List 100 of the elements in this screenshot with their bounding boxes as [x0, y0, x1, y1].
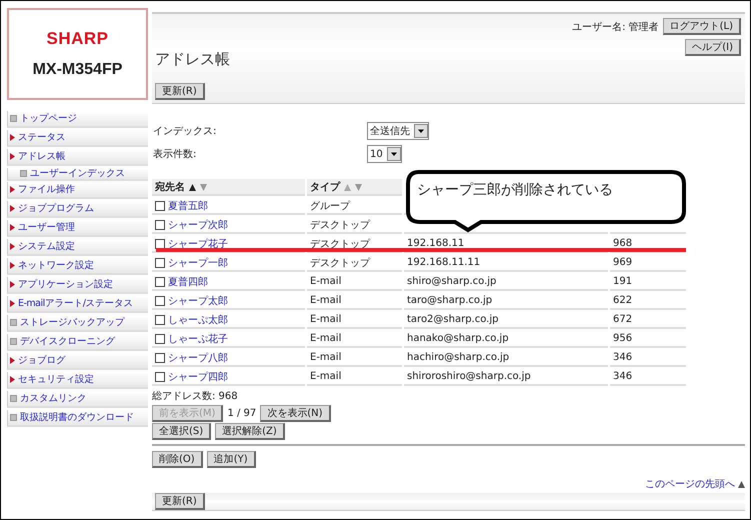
triangle-icon	[10, 205, 15, 212]
name-link[interactable]: しゃーぷ太郎	[168, 312, 228, 326]
sidebar-item[interactable]: トップページ	[7, 111, 148, 128]
page-top-link[interactable]: このページの先頭へ	[645, 477, 735, 491]
table-cell: 346	[610, 350, 686, 367]
sidebar-item[interactable]: ファイル操作	[7, 182, 148, 199]
sidebar-item[interactable]: ネットワーク設定	[7, 258, 148, 275]
triangle-icon	[10, 376, 15, 383]
square-icon	[10, 338, 17, 345]
square-icon	[10, 319, 17, 326]
column-header[interactable]: 宛先名	[152, 179, 305, 196]
checkbox[interactable]	[155, 372, 165, 382]
dropdown[interactable]: 10	[367, 145, 402, 163]
square-icon	[10, 395, 17, 402]
name-link[interactable]: シャープ一郎	[168, 256, 228, 270]
table-cell: shiroroshiro@sharp.co.jp	[404, 369, 608, 386]
sidebar-item[interactable]: ステータス	[7, 130, 148, 147]
table-cell: taro2@sharp.co.jp	[404, 312, 608, 329]
checkbox[interactable]	[155, 238, 165, 248]
sidebar-item[interactable]: アプリケーション設定	[7, 277, 148, 294]
sidebar-item[interactable]: ストレージバックアップ	[7, 315, 148, 332]
sidebar-item[interactable]: セキュリティ設定	[7, 372, 148, 389]
sort-arrows-icon	[343, 182, 363, 190]
sidebar-item[interactable]: 取扱説明書のダウンロード	[7, 410, 148, 427]
table-cell: 969	[610, 255, 686, 272]
checkbox[interactable]	[155, 276, 165, 286]
sidebar-item[interactable]: ユーザーインデックス	[7, 168, 148, 181]
sidebar-item[interactable]: アドレス帳	[7, 149, 148, 166]
next-button[interactable]: 次を表示(N)	[260, 405, 331, 422]
checkbox[interactable]	[155, 334, 165, 344]
triangle-icon	[10, 300, 15, 307]
help-button[interactable]: ヘルプ(I)	[685, 39, 741, 56]
table-cell: hanako@sharp.co.jp	[404, 331, 608, 348]
name-link[interactable]: シャープ八郎	[168, 350, 228, 364]
table-cell: 672	[610, 312, 686, 329]
filter-label: 表示件数:	[153, 148, 198, 161]
table-cell: デスクトップ	[307, 255, 402, 272]
sort-arrows-icon	[188, 182, 208, 190]
brand-logo: SHARP	[46, 29, 108, 49]
checkbox[interactable]	[155, 200, 165, 210]
table-cell: hachiro@sharp.co.jp	[404, 350, 608, 367]
column-header[interactable]: タイプ	[307, 179, 402, 196]
square-icon	[10, 115, 17, 122]
name-link[interactable]: シャープ花子	[168, 236, 228, 250]
sidebar-item[interactable]: カスタムリンク	[7, 391, 148, 408]
square-icon	[10, 414, 17, 421]
logout-button[interactable]: ログアウト(L)	[662, 18, 741, 35]
checkbox[interactable]	[155, 314, 165, 324]
select-button[interactable]: 全選択(S)	[152, 423, 212, 440]
name-link[interactable]: シャープ太郎	[168, 294, 228, 308]
page-indicator: 1 / 97	[227, 408, 256, 419]
triangle-icon	[10, 262, 15, 269]
triangle-icon	[10, 153, 15, 160]
table-cell: taro@sharp.co.jp	[404, 293, 608, 310]
select-button[interactable]: 選択解除(Z)	[215, 423, 285, 440]
user-name: ユーザー名: 管理者	[572, 20, 659, 34]
table-cell: E-mail	[307, 369, 402, 386]
checkbox[interactable]	[155, 296, 165, 306]
action-button[interactable]: 削除(O)	[152, 451, 203, 468]
table-cell: E-mail	[307, 350, 402, 367]
table-cell: グループ	[307, 198, 402, 215]
sidebar-item[interactable]: ジョブログ	[7, 353, 148, 370]
sidebar-item[interactable]: デバイスクローニング	[7, 334, 148, 351]
model-name: MX-M354FP	[32, 61, 122, 79]
table-cell: 192.168.11.11	[404, 255, 608, 272]
checkbox[interactable]	[155, 352, 165, 362]
refresh-button[interactable]: 更新(R)	[155, 493, 205, 510]
name-link[interactable]: シャープ次郎	[168, 218, 228, 232]
triangle-icon	[10, 186, 15, 193]
table-cell: 346	[610, 369, 686, 386]
name-link[interactable]: シャープ四郎	[168, 370, 228, 384]
table-cell: 956	[610, 331, 686, 348]
sidebar-item[interactable]: ジョブプログラム	[7, 201, 148, 218]
table-cell: 191	[610, 274, 686, 291]
callout-text: シャープ三郎が削除されている	[417, 181, 613, 199]
table-cell: E-mail	[307, 312, 402, 329]
total-count: 総アドレス数: 968	[152, 390, 239, 403]
triangle-icon	[10, 357, 15, 364]
sidebar-item[interactable]: ユーザー管理	[7, 220, 148, 237]
table-cell: E-mail	[307, 331, 402, 348]
refresh-button[interactable]: 更新(R)	[155, 83, 205, 100]
table-cell: shiro@sharp.co.jp	[404, 274, 608, 291]
sidebar-item[interactable]: システム設定	[7, 239, 148, 256]
triangle-icon	[10, 224, 15, 231]
checkbox[interactable]	[155, 258, 165, 268]
checkbox[interactable]	[155, 220, 165, 230]
name-link[interactable]: しゃーぷ花子	[168, 332, 228, 346]
triangle-icon	[10, 243, 15, 250]
triangle-icon	[10, 134, 15, 141]
page-title: アドレス帳	[155, 50, 231, 69]
triangle-icon	[10, 281, 15, 288]
name-link[interactable]: 夏普五郎	[168, 198, 208, 212]
up-triangle-icon	[738, 480, 745, 488]
table-cell: E-mail	[307, 274, 402, 291]
name-link[interactable]: 夏普四郎	[168, 274, 208, 288]
action-button[interactable]: 追加(Y)	[206, 451, 256, 468]
dropdown[interactable]: 全送信先	[367, 122, 429, 140]
sidebar-item[interactable]: E-mailアラート/ステータス	[7, 296, 148, 313]
table-cell: E-mail	[307, 293, 402, 310]
table-cell: デスクトップ	[307, 217, 402, 234]
